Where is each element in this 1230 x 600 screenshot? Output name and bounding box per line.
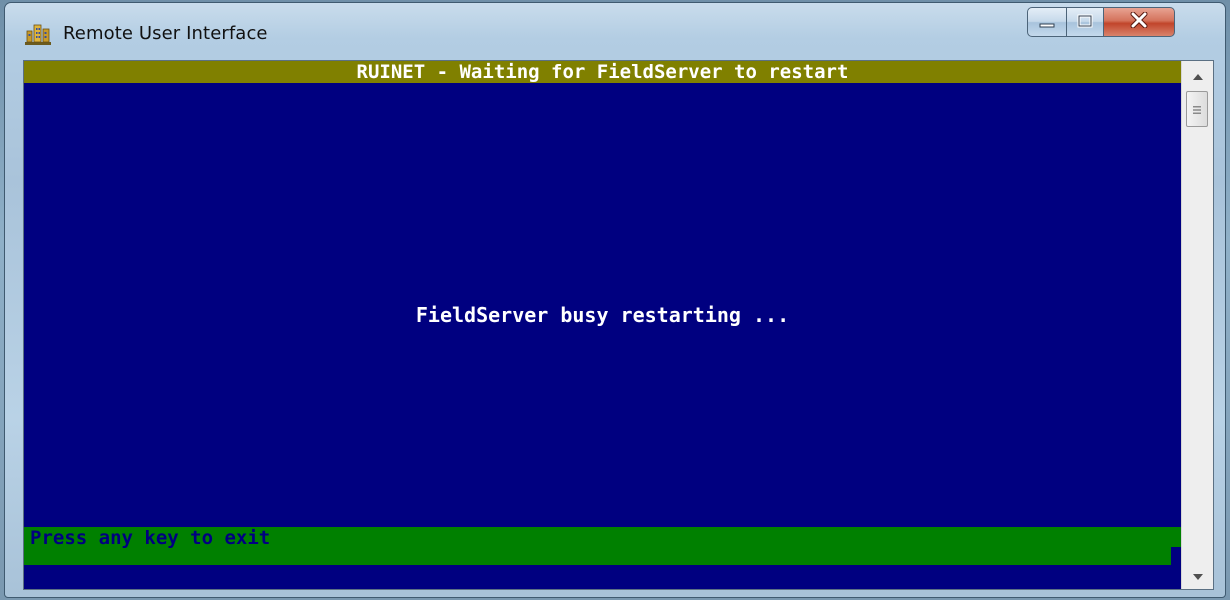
title-bar[interactable]: Remote User Interface xyxy=(5,3,1225,59)
maximize-button[interactable] xyxy=(1066,7,1104,37)
scroll-down-arrow-icon xyxy=(1192,570,1203,583)
grip-icon xyxy=(1192,100,1202,119)
minimize-button[interactable] xyxy=(1027,7,1067,37)
close-icon xyxy=(1130,11,1148,32)
window-title: Remote User Interface xyxy=(63,23,268,44)
close-button[interactable] xyxy=(1103,7,1175,37)
maximize-icon xyxy=(1077,13,1093,32)
status-message: FieldServer busy restarting ... xyxy=(415,303,790,327)
scroll-up-arrow-icon xyxy=(1192,70,1203,83)
scroll-thumb[interactable] xyxy=(1186,91,1208,127)
minimize-icon xyxy=(1039,13,1055,32)
screen-footer: Press any key to exit xyxy=(24,527,1181,565)
screen-header: RUINET - Waiting for FieldServer to rest… xyxy=(24,61,1181,83)
terminal-screen[interactable]: RUINET - Waiting for FieldServer to rest… xyxy=(24,61,1181,589)
scroll-down-button[interactable] xyxy=(1182,563,1213,589)
client-area: RUINET - Waiting for FieldServer to rest… xyxy=(23,60,1214,590)
app-window: Remote User Interface RUINET - Waiting f… xyxy=(4,2,1226,598)
text-cursor xyxy=(1171,547,1181,565)
vertical-scrollbar[interactable] xyxy=(1181,61,1213,589)
exit-hint: Press any key to exit xyxy=(30,527,271,549)
building-icon[interactable] xyxy=(25,23,51,45)
scroll-up-button[interactable] xyxy=(1182,63,1213,89)
